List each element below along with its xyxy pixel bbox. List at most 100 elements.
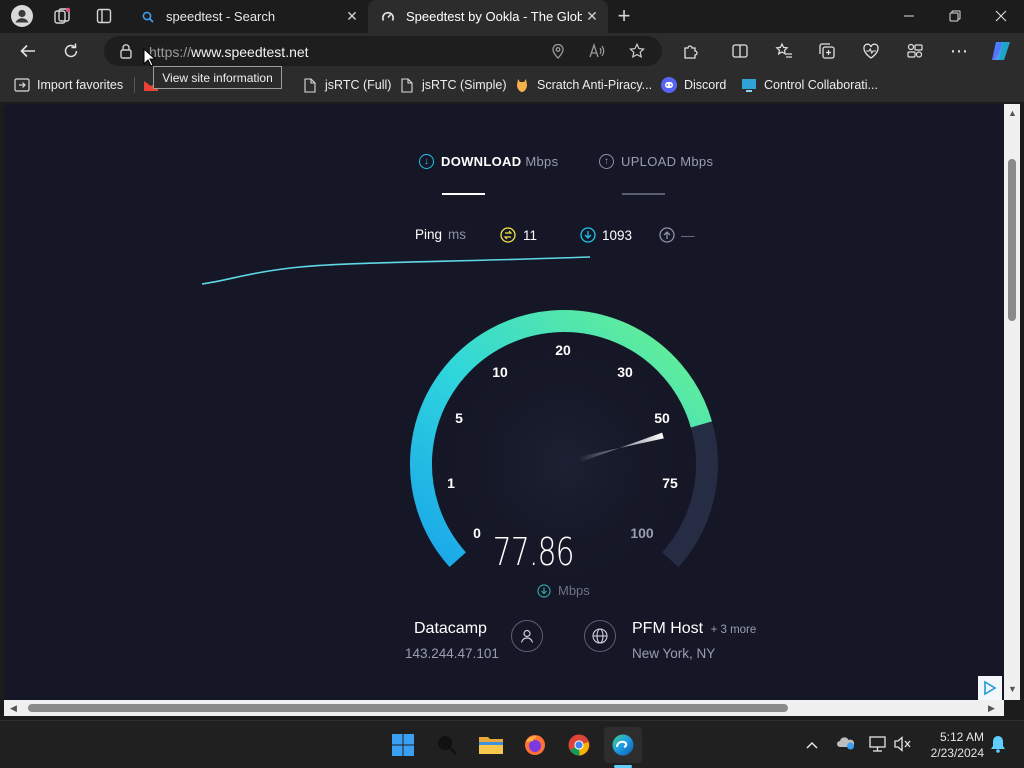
close-icon [995, 10, 1007, 22]
volume-tray-button[interactable] [893, 735, 913, 758]
read-aloud-icon[interactable] [588, 42, 606, 60]
browser-essentials-button[interactable] [856, 37, 886, 65]
close-tab-icon[interactable]: ✕ [344, 8, 360, 24]
gauge-label: 5 [455, 410, 463, 426]
jitter-value: 11 [523, 227, 538, 243]
favorites-button[interactable] [769, 37, 799, 65]
server-globe-icon[interactable] [584, 620, 616, 652]
file-explorer-button[interactable] [474, 729, 508, 761]
file-explorer-icon [479, 737, 503, 754]
scroll-right-icon[interactable]: ▶ [988, 703, 995, 714]
monitor-icon [741, 77, 757, 93]
favorite-label: Discord [684, 78, 727, 92]
favorite-control-collaboration[interactable]: Control Collaborati... [741, 77, 878, 93]
server-name-group[interactable]: PFM Host + 3 more [632, 620, 756, 638]
favorites-list-icon [775, 42, 792, 58]
scroll-down-icon[interactable]: ▼ [1008, 684, 1017, 694]
ping-label-group: Ping ms [415, 227, 466, 242]
favorite-label: Control Collaborati... [764, 78, 878, 92]
close-window-button[interactable] [978, 0, 1024, 32]
firefox-button[interactable] [518, 729, 552, 761]
adchoices-icon[interactable] [978, 676, 1002, 700]
performance-button[interactable] [900, 37, 930, 65]
network-tray-button[interactable] [868, 735, 888, 758]
chevron-up-icon [806, 741, 818, 749]
gauge-label: 75 [662, 475, 678, 491]
chrome-button[interactable] [562, 729, 596, 761]
edge-button[interactable] [604, 727, 642, 763]
scroll-left-icon[interactable]: ◀ [10, 703, 17, 714]
favorite-jsrtc-full[interactable]: jsRTC (Full) [302, 77, 391, 93]
windows-start-icon [392, 734, 414, 756]
favorite-discord[interactable]: Discord [661, 77, 726, 93]
download-tab[interactable]: ↓ DOWNLOAD Mbps [419, 154, 558, 169]
more-menu-button[interactable]: ⋯ [944, 37, 974, 65]
collections-button[interactable] [812, 37, 842, 65]
horizontal-scroll-thumb[interactable] [28, 704, 788, 712]
firefox-icon [525, 735, 545, 755]
minimize-icon [904, 15, 914, 17]
ellipsis-icon: ⋯ [950, 40, 968, 61]
tab-speedtest-ookla[interactable]: Speedtest by Ookla - The Global Broadban… [368, 0, 608, 33]
search-icon [438, 736, 457, 755]
jitter-group: 11 [500, 227, 537, 243]
favorite-star-icon[interactable] [628, 42, 646, 60]
minimize-button[interactable] [886, 0, 932, 32]
profile-icon [11, 5, 33, 27]
notifications-button[interactable] [990, 735, 1006, 758]
windows-taskbar: 5:12 AM 2/23/2024 [0, 720, 1024, 768]
start-button[interactable] [386, 729, 420, 761]
heart-pulse-icon [863, 43, 879, 59]
search-button[interactable] [430, 729, 464, 761]
gauge-label: 30 [617, 364, 633, 380]
horizontal-scrollbar[interactable]: ◀ ▶ [4, 700, 1004, 716]
copilot-button[interactable] [986, 37, 1016, 65]
new-tab-button[interactable]: + [610, 3, 638, 28]
extensions-puzzle-icon [684, 45, 698, 59]
current-speed-value: 77.86 [492, 530, 575, 574]
upload-label: UPLOAD [621, 154, 677, 169]
favorite-scratch[interactable]: Scratch Anti-Piracy... [514, 77, 652, 93]
back-button[interactable] [13, 37, 43, 65]
upload-unit: Mbps [680, 154, 714, 169]
location-pin-icon[interactable] [549, 42, 567, 60]
clock-date: 2/23/2024 [930, 746, 984, 760]
client-user-icon[interactable] [511, 620, 543, 652]
gauge-label: 50 [654, 410, 670, 426]
scroll-up-icon[interactable]: ▲ [1008, 108, 1017, 118]
vertical-tabs-button[interactable] [90, 4, 118, 28]
vertical-scrollbar[interactable]: ▲ ▼ [1004, 104, 1020, 700]
favorite-import[interactable]: Import favorites [14, 77, 123, 93]
upload-arrow-icon: ↑ [599, 154, 614, 169]
split-screen-button[interactable] [725, 37, 755, 65]
lock-icon[interactable] [117, 42, 135, 60]
tray-overflow-button[interactable] [806, 736, 818, 754]
favorite-label: Import favorites [37, 78, 124, 92]
upload-ping-icon [659, 227, 675, 243]
download-underline [442, 193, 485, 195]
server-more-link[interactable]: + 3 more [711, 624, 757, 636]
vertical-scroll-thumb[interactable] [1008, 159, 1016, 321]
jitter-icon [500, 227, 516, 243]
extensions-button[interactable] [676, 37, 706, 65]
onedrive-tray-button[interactable] [836, 735, 856, 756]
url-text[interactable]: https://www.speedtest.net [149, 44, 309, 60]
favorite-jsrtc-simple[interactable]: jsRTC (Simple) [399, 77, 507, 93]
address-bar[interactable]: https://www.speedtest.net [104, 36, 662, 66]
tab-speedtest-search[interactable]: speedtest - Search ✕ [128, 0, 368, 33]
onedrive-cloud-icon [837, 737, 855, 750]
speedtest-favicon-icon [380, 9, 396, 25]
speed-history-graph [201, 256, 591, 285]
restore-button[interactable] [932, 0, 978, 32]
speedtest-page: ↓ DOWNLOAD Mbps ↑ UPLOAD Mbps Ping ms 11… [4, 104, 1004, 700]
download-label: DOWNLOAD [441, 154, 522, 169]
workspaces-button[interactable] [48, 4, 76, 28]
close-tab-icon[interactable]: ✕ [584, 8, 600, 24]
refresh-button[interactable] [56, 37, 86, 65]
server-location: New York, NY [632, 646, 716, 661]
gauge-label: 0 [473, 525, 481, 541]
clock[interactable]: 5:12 AM 2/23/2024 [922, 729, 984, 761]
profile-button[interactable] [8, 4, 36, 28]
plus-icon: + [617, 3, 631, 28]
upload-tab[interactable]: ↑ UPLOAD Mbps [599, 154, 713, 169]
